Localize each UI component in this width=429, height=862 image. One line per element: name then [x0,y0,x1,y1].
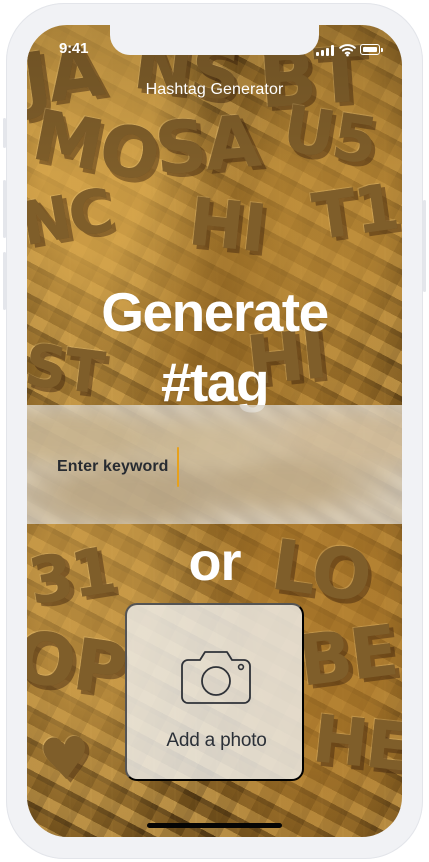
background-graffiti-shape: OP [27,613,131,713]
or-divider-label: or [188,532,242,592]
battery-level [362,46,377,52]
app-title: Hashtag Generator [145,81,284,98]
camera-icon [181,651,251,704]
background-graffiti-shape: HE [309,700,402,787]
power-button [423,200,426,292]
hashtag-generator-screen: JA NS BT MO SA U5 NC HI T1 ST HI 31 LO O… [27,25,402,837]
keyword-input-panel[interactable] [27,405,402,524]
signal-icon [316,44,334,56]
background-graffiti-shape: ♥ [36,723,92,795]
background-graffiti-shape: HI [185,183,269,268]
text-cursor [177,447,179,487]
background-graffiti-shape: T1 [308,170,402,256]
status-time: 9:41 [59,40,89,57]
device-notch [110,25,319,55]
keyword-input[interactable] [57,454,347,480]
background-graffiti-shape: BE [294,609,401,703]
status-icons [316,42,383,58]
add-photo-label: Add a photo [166,730,267,751]
add-photo-button[interactable]: Add a photo [125,603,304,781]
battery-icon [360,44,383,55]
background-graffiti-shape: NC [27,175,117,261]
home-indicator [147,823,282,828]
generate-hashtag-heading: Generate #tag [27,277,402,417]
phone-device: JA NS BT MO SA U5 NC HI T1 ST HI 31 LO O… [0,0,429,862]
heading-line-generate: Generate [101,280,329,343]
wifi-icon [339,44,356,57]
